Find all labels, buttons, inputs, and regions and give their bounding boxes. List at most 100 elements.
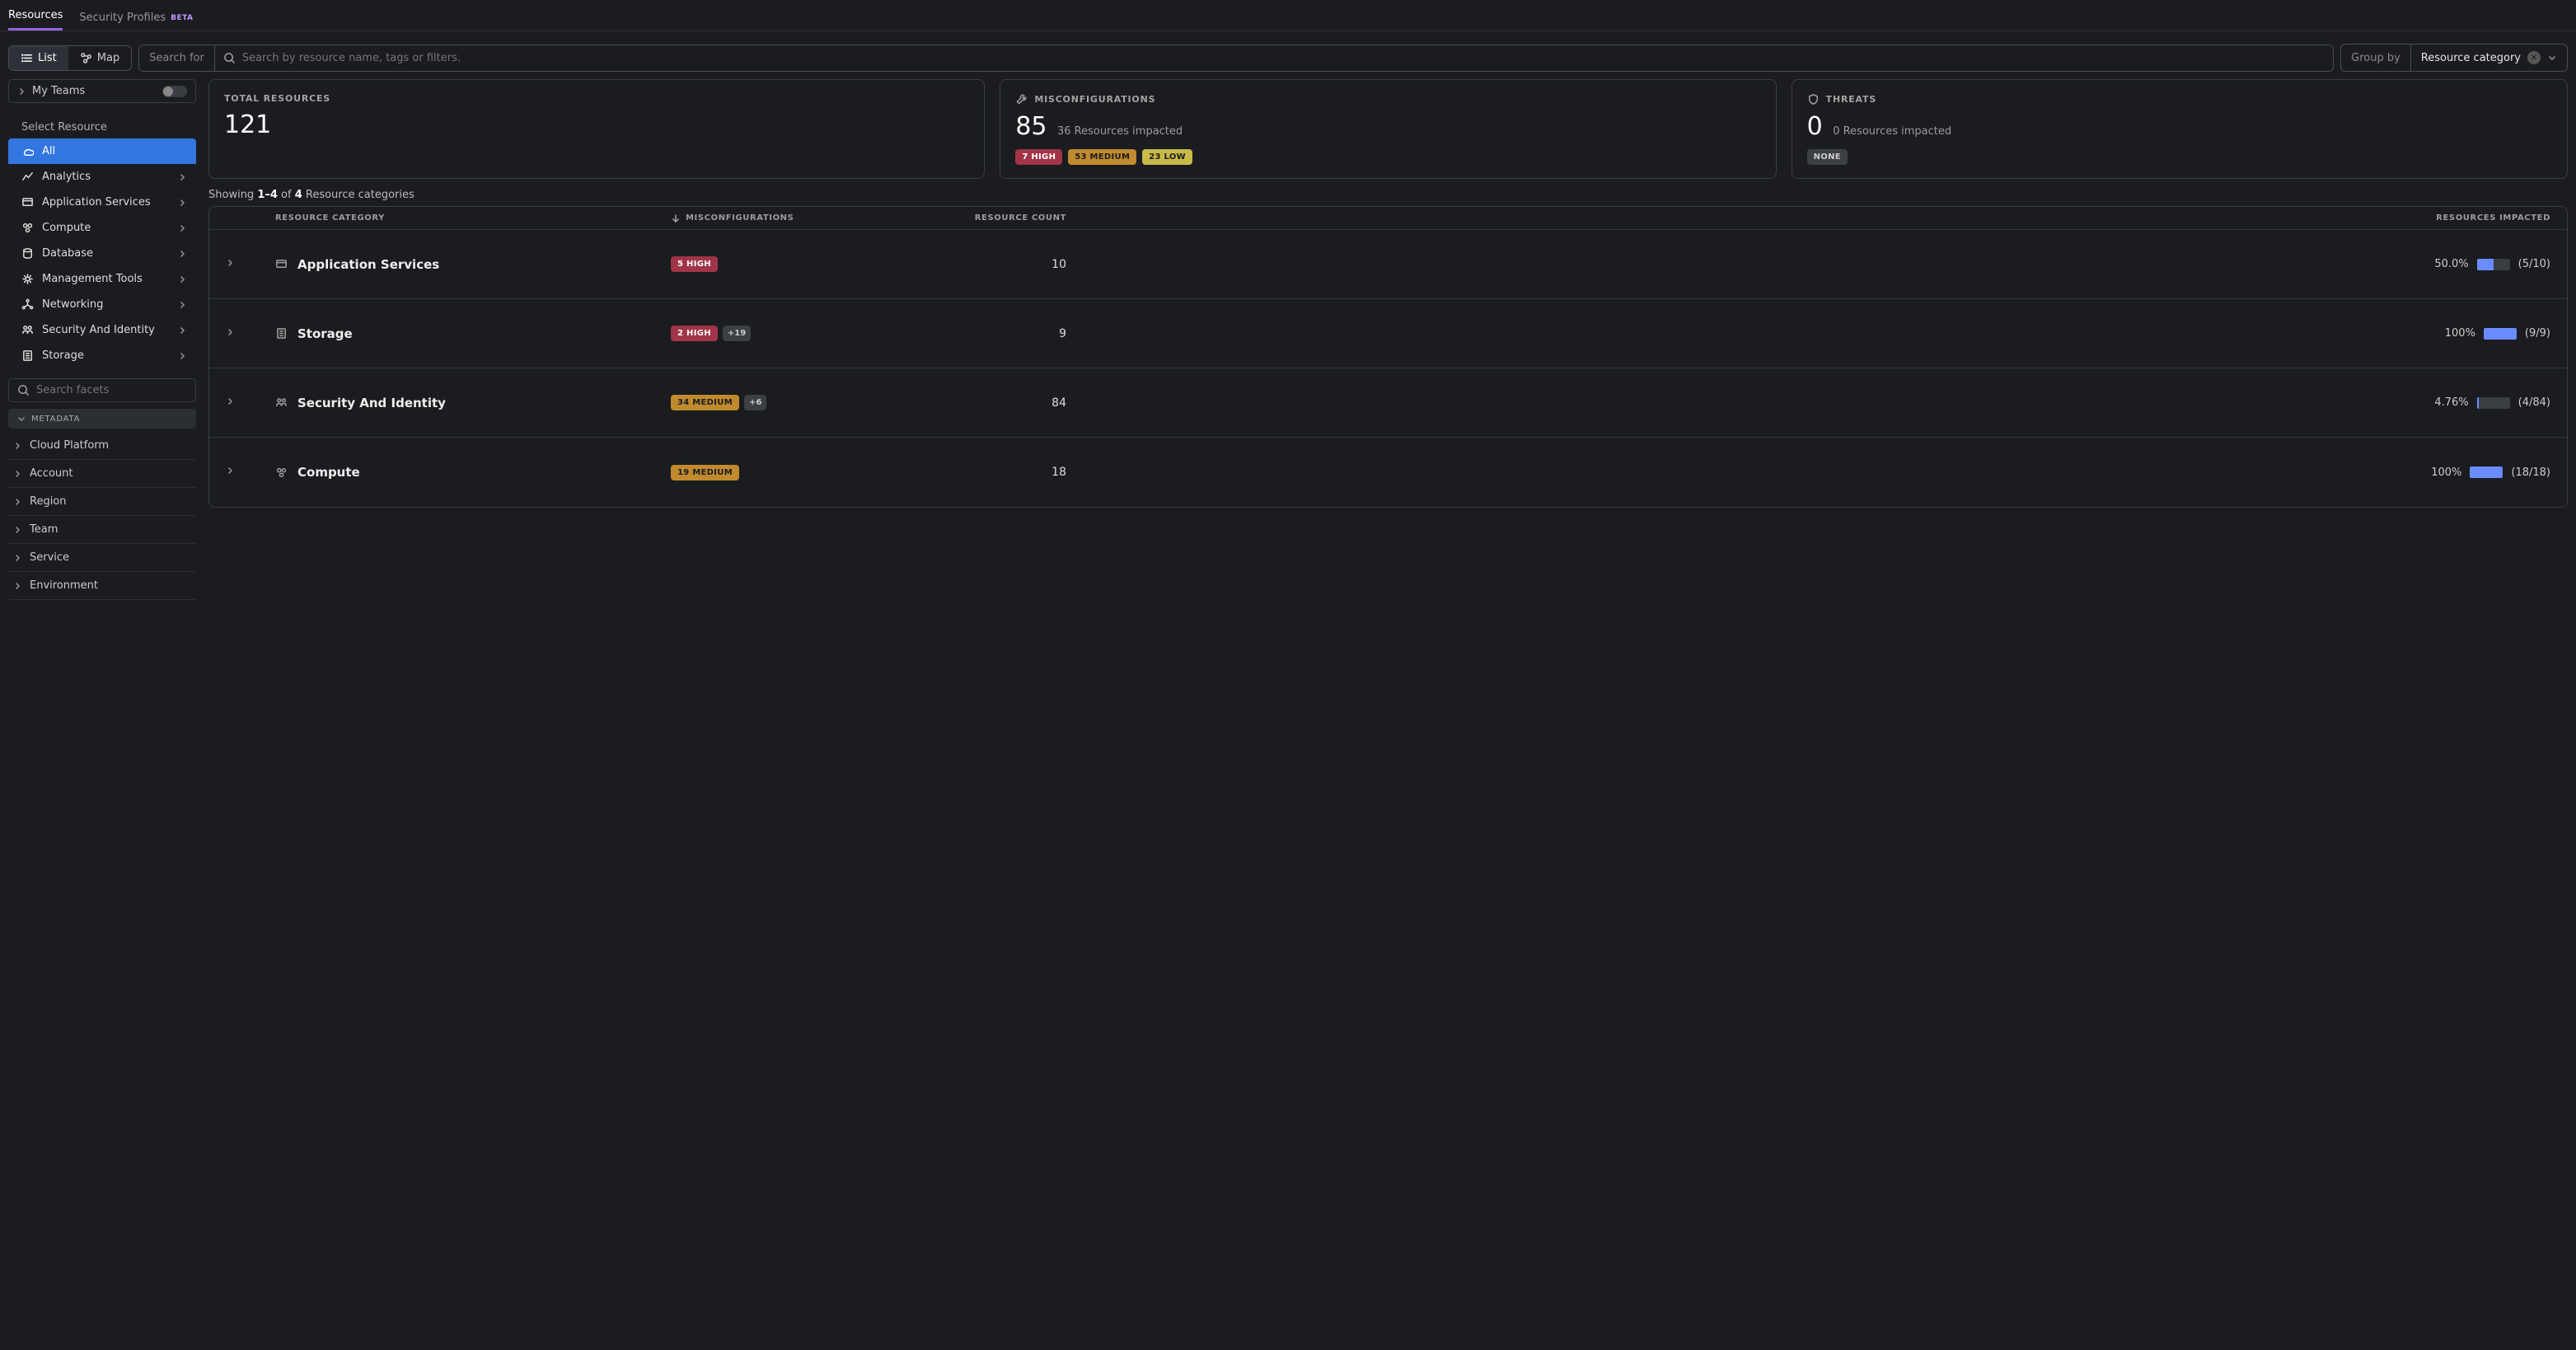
chevron-right-icon bbox=[178, 172, 188, 182]
col-misconfig[interactable]: MISCONFIGURATIONS bbox=[671, 213, 902, 223]
facet-item[interactable]: Service bbox=[8, 544, 196, 572]
sort-desc-icon bbox=[671, 213, 681, 223]
sidebar-item[interactable]: Compute bbox=[8, 215, 196, 241]
tab-security-label: Security Profiles bbox=[79, 12, 166, 24]
misconfig-value: 85 bbox=[1015, 112, 1047, 141]
search-input[interactable] bbox=[242, 52, 2325, 64]
facet-item[interactable]: Cloud Platform bbox=[8, 432, 196, 460]
view-list[interactable]: List bbox=[9, 46, 68, 70]
view-map-label: Map bbox=[97, 52, 119, 64]
card-title: TOTAL RESOURCES bbox=[224, 93, 969, 104]
col-impacted[interactable]: RESOURCES IMPACTED bbox=[1066, 213, 2550, 223]
impacted-frac: (18/18) bbox=[2511, 466, 2550, 479]
view-map[interactable]: Map bbox=[68, 46, 131, 70]
table-row[interactable]: Security And Identity 34 MEDIUM+6 84 4.7… bbox=[209, 368, 2567, 438]
chevron-right-icon bbox=[178, 300, 188, 310]
chevron-right-icon bbox=[13, 553, 23, 563]
tab-security-profiles[interactable]: Security Profiles BETA bbox=[79, 3, 193, 30]
expand-button[interactable] bbox=[226, 327, 275, 340]
expand-button[interactable] bbox=[226, 466, 275, 479]
view-toggle: List Map bbox=[8, 45, 132, 71]
misconfig-sub: 36 Resources impacted bbox=[1057, 125, 1183, 138]
nav-icon bbox=[21, 247, 34, 260]
toggle-switch[interactable] bbox=[162, 86, 187, 97]
expand-button[interactable] bbox=[226, 396, 275, 410]
resource-nav: All Analytics Application ServicesComputeD… bbox=[8, 138, 196, 368]
chevron-right-icon bbox=[13, 497, 23, 507]
chevron-down-icon bbox=[16, 414, 26, 424]
col-category[interactable]: RESOURCE CATEGORY bbox=[275, 213, 671, 223]
sidebar-item[interactable]: Security And Identity bbox=[8, 317, 196, 343]
threats-sub: 0 Resources impacted bbox=[1833, 125, 1951, 138]
card-title-label: THREATS bbox=[1826, 94, 1876, 105]
facet-label: Service bbox=[30, 551, 69, 564]
nav-icon bbox=[21, 171, 34, 183]
total-resources-value: 121 bbox=[224, 110, 969, 139]
severity-badge[interactable]: 2 HIGH bbox=[671, 326, 718, 341]
extra-count-badge[interactable]: +6 bbox=[744, 395, 766, 410]
sidebar-item[interactable]: Management Tools bbox=[8, 266, 196, 292]
sidebar-item[interactable]: Application Services bbox=[8, 190, 196, 215]
sidebar-item-label: Storage bbox=[42, 349, 84, 362]
my-teams-label: My Teams bbox=[32, 85, 85, 97]
beta-badge: BETA bbox=[171, 14, 193, 22]
wrench-icon bbox=[1015, 93, 1028, 105]
search-for-label: Search for bbox=[139, 45, 215, 71]
facet-label: Account bbox=[30, 467, 73, 480]
map-icon bbox=[80, 52, 92, 64]
chevron-right-icon bbox=[17, 87, 27, 96]
resource-count: 9 bbox=[902, 327, 1066, 340]
facet-item[interactable]: Environment bbox=[8, 572, 196, 600]
tab-resources[interactable]: Resources bbox=[8, 1, 63, 30]
badge-none: NONE bbox=[1807, 149, 1848, 165]
badge-high[interactable]: 7 HIGH bbox=[1015, 149, 1062, 165]
facet-item[interactable]: Region bbox=[8, 488, 196, 516]
expand-button[interactable] bbox=[226, 258, 275, 271]
select-resource-heading: Select Resource bbox=[8, 116, 196, 138]
table-row[interactable]: Storage 2 HIGH+19 9 100% (9/9) bbox=[209, 299, 2567, 368]
group-by-select[interactable]: Resource category ✕ bbox=[2411, 45, 2567, 71]
card-total-resources: TOTAL RESOURCES 121 bbox=[208, 79, 985, 179]
sidebar-item[interactable]: Analytics bbox=[8, 164, 196, 190]
badge-low[interactable]: 23 LOW bbox=[1142, 149, 1192, 165]
top-tabs: Resources Security Profiles BETA bbox=[0, 0, 2576, 31]
col-count[interactable]: RESOURCE COUNT bbox=[902, 213, 1066, 223]
impacted-pct: 100% bbox=[2431, 466, 2461, 479]
clear-group-icon[interactable]: ✕ bbox=[2527, 51, 2541, 64]
sidebar-item[interactable]: Storage bbox=[8, 343, 196, 368]
facet-label: Team bbox=[30, 523, 58, 536]
search-bar: Search for bbox=[138, 45, 2334, 72]
shield-icon bbox=[1807, 93, 1820, 105]
group-by-value: Resource category bbox=[2421, 52, 2521, 64]
severity-badge[interactable]: 34 MEDIUM bbox=[671, 395, 739, 410]
chevron-right-icon bbox=[178, 274, 188, 284]
badge-medium[interactable]: 53 MEDIUM bbox=[1068, 149, 1136, 165]
chevron-right-icon bbox=[178, 223, 188, 233]
facet-item[interactable]: Team bbox=[8, 516, 196, 544]
sidebar-item[interactable]: Networking bbox=[8, 292, 196, 317]
list-icon bbox=[21, 52, 33, 64]
metadata-heading[interactable]: METADATA bbox=[8, 409, 196, 429]
table-row[interactable]: Compute 19 MEDIUM 18 100% (18/18) bbox=[209, 438, 2567, 507]
severity-badge[interactable]: 19 MEDIUM bbox=[671, 465, 739, 480]
facet-search-input[interactable] bbox=[36, 384, 187, 396]
sidebar-item-label: Analytics bbox=[42, 171, 91, 183]
chevron-right-icon bbox=[178, 326, 188, 335]
severity-badge[interactable]: 5 HIGH bbox=[671, 256, 718, 272]
sidebar-item[interactable]: All bbox=[8, 138, 196, 164]
category-icon bbox=[275, 466, 288, 479]
progress-bar bbox=[2477, 259, 2510, 270]
card-title-label: MISCONFIGURATIONS bbox=[1034, 94, 1155, 105]
sidebar-item[interactable]: Database bbox=[8, 241, 196, 266]
facet-item[interactable]: Account bbox=[8, 460, 196, 488]
search-icon bbox=[17, 384, 30, 396]
nav-icon bbox=[21, 273, 34, 285]
my-teams-toggle[interactable]: My Teams bbox=[8, 79, 196, 103]
nav-icon bbox=[21, 222, 34, 234]
sidebar-item-label: Networking bbox=[42, 298, 103, 311]
nav-icon bbox=[21, 349, 34, 362]
impacted-frac: (4/84) bbox=[2518, 396, 2550, 409]
extra-count-badge[interactable]: +19 bbox=[723, 326, 751, 341]
resource-count: 18 bbox=[902, 466, 1066, 479]
table-row[interactable]: Application Services 5 HIGH 10 50.0% (5/… bbox=[209, 230, 2567, 299]
